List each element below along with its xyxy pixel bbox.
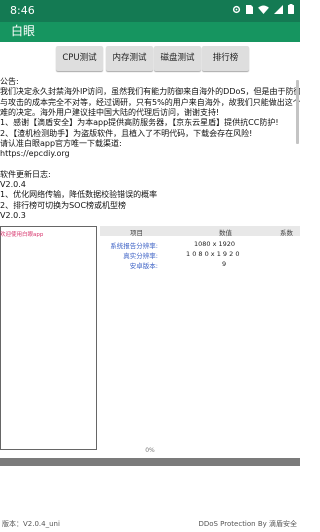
table-header-item: 项目	[130, 229, 143, 237]
tab-row: CPU测试 内存测试 磁盘测试 排行榜	[0, 46, 300, 72]
app-title: 白眼	[11, 24, 36, 38]
notice-line: 1、感谢【滴盾安全】为本app提供高防服务器，【京东云星盾】提供抗CC防护!	[0, 118, 279, 128]
log-panel[interactable]	[0, 226, 97, 450]
signal-icon	[274, 4, 283, 14]
status-time: 8:46	[10, 4, 35, 17]
app-bar: 白眼	[0, 22, 300, 42]
table-header-coefficient: 系数	[280, 229, 293, 237]
tab-cpu-test[interactable]: CPU测试	[56, 46, 103, 71]
progress-label: 0%	[145, 447, 155, 454]
tab-disk-test[interactable]: 磁盘测试	[154, 46, 201, 71]
tab-leaderboard[interactable]: 排行榜	[202, 46, 249, 71]
status-icons	[232, 4, 294, 14]
notice-line: 公告:	[0, 77, 19, 86]
notice-line: https://epcdiy.org	[0, 149, 70, 159]
notice-line: 难的决定。海外用户建议挂中国大陆的代理后访问，谢谢支持!	[0, 108, 220, 118]
sim-icon	[246, 4, 253, 14]
tab-memory-test[interactable]: 内存测试	[106, 46, 153, 71]
notice-text-area[interactable]: 公告: 我们决定永久封禁海外IP访问，虽然我们有能力防御来自海外的DDoS，但是…	[0, 77, 300, 230]
notice-line: 1、优化网络传输，降低数据校验错误的概率	[0, 190, 158, 200]
settings-icon	[232, 5, 241, 14]
notice-line: 与攻击的成本完全不对等，经过调研，只有5%的用户来自海外，故我们只能做出这个艰	[0, 97, 300, 107]
progress-bar	[0, 458, 300, 466]
status-bar: 8:46	[0, 0, 300, 22]
protection-text: DDoS Protection By 滴盾安全	[198, 520, 297, 528]
row-value-android-version: 9	[222, 260, 227, 268]
notice-scrollbar[interactable]	[296, 80, 299, 144]
notice-line: V2.0.3	[0, 211, 26, 221]
table-header-value: 数值	[219, 229, 232, 237]
notice-line: 2、【渣机检测助手】为盗版软件，且植入了不明代码，下载会存在风险!	[0, 128, 253, 138]
row-label-system-resolution: 系统报告分辨率:	[110, 242, 158, 250]
notice-line: V2.0.4	[0, 180, 26, 190]
version-text: 版本：V2.0.4_uni	[2, 520, 60, 528]
row-value-real-resolution: 1 0 8 0 x 1 9 2 0	[186, 250, 240, 258]
row-label-real-resolution: 真实分辨率:	[123, 252, 158, 260]
row-label-android-version: 安卓版本:	[129, 262, 158, 270]
notice-line: 2、排行榜可切换为SOC榜或机型榜	[0, 200, 127, 210]
wifi-icon	[258, 4, 269, 14]
notice-line: 请认准白眼app官方唯一下载渠道:	[0, 139, 122, 149]
battery-icon	[288, 4, 294, 14]
welcome-text: 欢迎使用白眼app	[0, 232, 44, 238]
row-value-system-resolution: 1080 x 1920	[194, 240, 236, 248]
notice-line	[0, 160, 300, 170]
notice-line: 软件更新日志:	[0, 169, 51, 179]
notice-line: 我们决定永久封禁海外IP访问，虽然我们有能力防御来自海外的DDoS，但是由于防御	[0, 87, 300, 97]
